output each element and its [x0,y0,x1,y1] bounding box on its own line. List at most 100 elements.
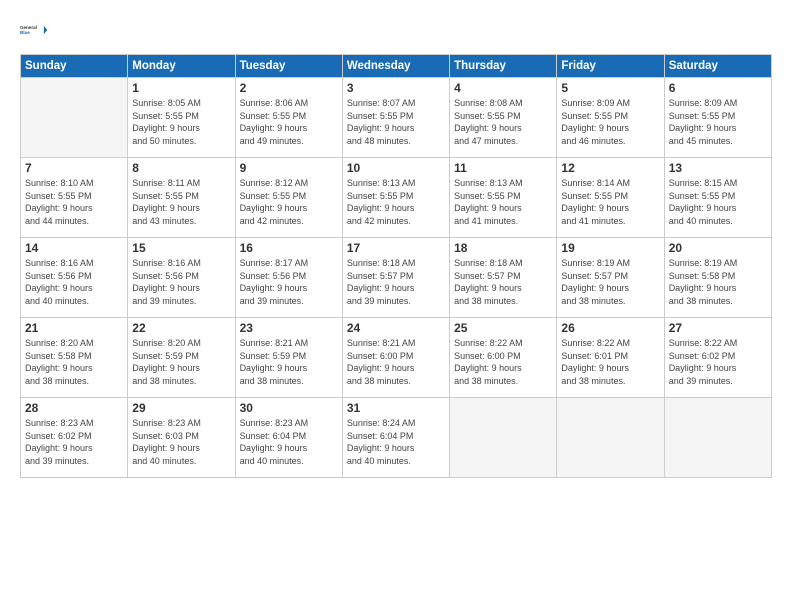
weekday-tuesday: Tuesday [235,55,342,78]
day-info: Sunrise: 8:18 AM Sunset: 5:57 PM Dayligh… [347,257,445,307]
day-info: Sunrise: 8:23 AM Sunset: 6:03 PM Dayligh… [132,417,230,467]
day-info: Sunrise: 8:16 AM Sunset: 5:56 PM Dayligh… [132,257,230,307]
day-info: Sunrise: 8:19 AM Sunset: 5:57 PM Dayligh… [561,257,659,307]
calendar-cell: 3 Sunrise: 8:07 AM Sunset: 5:55 PM Daylig… [342,78,449,158]
day-info: Sunrise: 8:23 AM Sunset: 6:02 PM Dayligh… [25,417,123,467]
calendar-cell: 5Sunrise: 8:09 AM Sunset: 5:55 PM Daylig… [557,78,664,158]
calendar-cell: 19 Sunrise: 8:19 AM Sunset: 5:57 PM Dayli… [557,238,664,318]
day-number: 9 [240,161,338,175]
day-number: 12 [561,161,659,175]
calendar-cell [21,78,128,158]
day-info: Sunrise: 8:13 AM Sunset: 5:55 PM Dayligh… [347,177,445,227]
svg-text:Blue: Blue [20,30,30,35]
day-number: 17 [347,241,445,255]
week-row-5: 28Sunrise: 8:23 AM Sunset: 6:02 PM Dayli… [21,398,772,478]
day-info: Sunrise: 8:22 AM Sunset: 6:01 PM Dayligh… [561,337,659,387]
day-info: Sunrise: 8:18 AM Sunset: 5:57 PM Dayligh… [454,257,552,307]
day-number: 13 [669,161,767,175]
calendar-cell [450,398,557,478]
calendar-cell: 20 Sunrise: 8:19 AM Sunset: 5:58 PM Dayli… [664,238,771,318]
logo-icon: GeneralBlue [20,16,48,44]
week-row-2: 7Sunrise: 8:10 AM Sunset: 5:55 PM Daylig… [21,158,772,238]
day-number: 3 [347,81,445,95]
day-number: 6 [669,81,767,95]
day-number: 24 [347,321,445,335]
calendar-cell: 8 Sunrise: 8:11 AM Sunset: 5:55 PM Daylig… [128,158,235,238]
day-info: Sunrise: 8:16 AM Sunset: 5:56 PM Dayligh… [25,257,123,307]
day-info: Sunrise: 8:17 AM Sunset: 5:56 PM Dayligh… [240,257,338,307]
day-info: Sunrise: 8:07 AM Sunset: 5:55 PM Dayligh… [347,97,445,147]
weekday-saturday: Saturday [664,55,771,78]
day-info: Sunrise: 8:06 AM Sunset: 5:55 PM Dayligh… [240,97,338,147]
calendar-cell: 29Sunrise: 8:23 AM Sunset: 6:03 PM Dayli… [128,398,235,478]
day-info: Sunrise: 8:14 AM Sunset: 5:55 PM Dayligh… [561,177,659,227]
calendar-cell: 23 Sunrise: 8:21 AM Sunset: 5:59 PM Dayli… [235,318,342,398]
calendar-table: SundayMondayTuesdayWednesdayThursdayFrid… [20,54,772,478]
weekday-header-row: SundayMondayTuesdayWednesdayThursdayFrid… [21,55,772,78]
calendar-cell: 27Sunrise: 8:22 AM Sunset: 6:02 PM Dayli… [664,318,771,398]
calendar-cell: 14 Sunrise: 8:16 AM Sunset: 5:56 PM Dayli… [21,238,128,318]
day-info: Sunrise: 8:20 AM Sunset: 5:58 PM Dayligh… [25,337,123,387]
calendar-cell: 11 Sunrise: 8:13 AM Sunset: 5:55 PM Dayli… [450,158,557,238]
day-info: Sunrise: 8:09 AM Sunset: 5:55 PM Dayligh… [669,97,767,147]
weekday-monday: Monday [128,55,235,78]
header: GeneralBlue [20,16,772,44]
weekday-thursday: Thursday [450,55,557,78]
day-number: 21 [25,321,123,335]
calendar-cell: 18 Sunrise: 8:18 AM Sunset: 5:57 PM Dayli… [450,238,557,318]
day-number: 18 [454,241,552,255]
calendar-cell: 25 Sunrise: 8:22 AM Sunset: 6:00 PM Dayli… [450,318,557,398]
day-number: 8 [132,161,230,175]
day-info: Sunrise: 8:21 AM Sunset: 5:59 PM Dayligh… [240,337,338,387]
day-number: 14 [25,241,123,255]
calendar-cell: 13 Sunrise: 8:15 AM Sunset: 5:55 PM Dayli… [664,158,771,238]
day-info: Sunrise: 8:05 AM Sunset: 5:55 PM Dayligh… [132,97,230,147]
calendar-cell: 22 Sunrise: 8:20 AM Sunset: 5:59 PM Dayli… [128,318,235,398]
weekday-wednesday: Wednesday [342,55,449,78]
calendar-cell [664,398,771,478]
day-info: Sunrise: 8:10 AM Sunset: 5:55 PM Dayligh… [25,177,123,227]
svg-text:General: General [20,25,37,30]
calendar-cell: 28Sunrise: 8:23 AM Sunset: 6:02 PM Dayli… [21,398,128,478]
day-number: 25 [454,321,552,335]
day-info: Sunrise: 8:13 AM Sunset: 5:55 PM Dayligh… [454,177,552,227]
calendar-cell: 15 Sunrise: 8:16 AM Sunset: 5:56 PM Dayli… [128,238,235,318]
calendar-cell: 7Sunrise: 8:10 AM Sunset: 5:55 PM Daylig… [21,158,128,238]
calendar-cell: 26 Sunrise: 8:22 AM Sunset: 6:01 PM Dayli… [557,318,664,398]
calendar-cell: 21 Sunrise: 8:20 AM Sunset: 5:58 PM Dayli… [21,318,128,398]
day-number: 10 [347,161,445,175]
day-info: Sunrise: 8:22 AM Sunset: 6:02 PM Dayligh… [669,337,767,387]
calendar-cell: 1 Sunrise: 8:05 AM Sunset: 5:55 PM Daylig… [128,78,235,158]
day-number: 26 [561,321,659,335]
page: GeneralBlue SundayMondayTuesdayWednesday… [0,0,792,612]
day-number: 2 [240,81,338,95]
day-number: 19 [561,241,659,255]
calendar-cell: 12 Sunrise: 8:14 AM Sunset: 5:55 PM Dayli… [557,158,664,238]
day-number: 20 [669,241,767,255]
day-info: Sunrise: 8:22 AM Sunset: 6:00 PM Dayligh… [454,337,552,387]
calendar-cell: 16 Sunrise: 8:17 AM Sunset: 5:56 PM Dayli… [235,238,342,318]
day-number: 22 [132,321,230,335]
calendar-cell [557,398,664,478]
week-row-3: 14 Sunrise: 8:16 AM Sunset: 5:56 PM Dayli… [21,238,772,318]
day-number: 4 [454,81,552,95]
calendar-cell: 24 Sunrise: 8:21 AM Sunset: 6:00 PM Dayli… [342,318,449,398]
day-info: Sunrise: 8:15 AM Sunset: 5:55 PM Dayligh… [669,177,767,227]
day-number: 1 [132,81,230,95]
day-number: 23 [240,321,338,335]
day-info: Sunrise: 8:19 AM Sunset: 5:58 PM Dayligh… [669,257,767,307]
day-number: 11 [454,161,552,175]
calendar-cell: 30Sunrise: 8:23 AM Sunset: 6:04 PM Dayli… [235,398,342,478]
weekday-friday: Friday [557,55,664,78]
day-info: Sunrise: 8:09 AM Sunset: 5:55 PM Dayligh… [561,97,659,147]
calendar-cell: 9 Sunrise: 8:12 AM Sunset: 5:55 PM Daylig… [235,158,342,238]
day-info: Sunrise: 8:11 AM Sunset: 5:55 PM Dayligh… [132,177,230,227]
calendar-cell: 10 Sunrise: 8:13 AM Sunset: 5:55 PM Dayli… [342,158,449,238]
day-number: 16 [240,241,338,255]
logo: GeneralBlue [20,16,48,44]
calendar-cell: 31Sunrise: 8:24 AM Sunset: 6:04 PM Dayli… [342,398,449,478]
day-info: Sunrise: 8:21 AM Sunset: 6:00 PM Dayligh… [347,337,445,387]
day-number: 15 [132,241,230,255]
day-info: Sunrise: 8:12 AM Sunset: 5:55 PM Dayligh… [240,177,338,227]
day-info: Sunrise: 8:20 AM Sunset: 5:59 PM Dayligh… [132,337,230,387]
